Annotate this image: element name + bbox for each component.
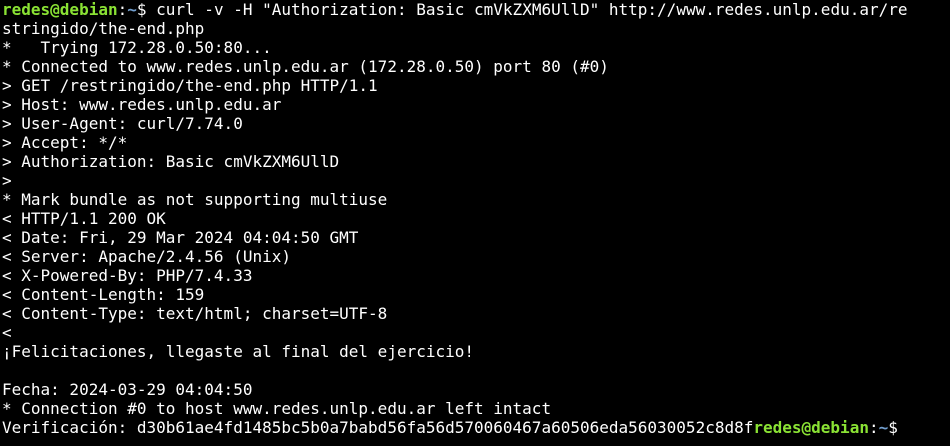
output-line: < HTTP/1.1 200 OK: [2, 209, 166, 228]
output-line: >: [2, 171, 12, 190]
output-line: <: [2, 323, 12, 342]
command-line: redes@debian:~$ curl -v -H "Authorizatio…: [2, 0, 950, 19]
command-line-wrap: stringido/the-end.php: [2, 19, 205, 38]
verification-text: Verificación: d30b61ae4fd1485bc5b0a7babd…: [2, 418, 754, 437]
output-line: * Connection #0 to host www.redes.unlp.e…: [2, 399, 552, 418]
output-line: < Date: Fri, 29 Mar 2024 04:04:50 GMT: [2, 228, 359, 247]
prompt-symbol: $: [136, 0, 157, 19]
output-line: Fecha: 2024-03-29 04:04:50: [2, 380, 253, 399]
prompt-path: ~: [878, 418, 889, 437]
output-line: < Content-Type: text/html; charset=UTF-8: [2, 304, 388, 323]
prompt-user-host: redes@debian: [753, 418, 869, 437]
prompt-separator: :: [117, 0, 128, 19]
output-line: * Trying 172.28.0.50:80...: [2, 38, 272, 57]
prompt-separator: :: [868, 418, 879, 437]
prompt-user-host: redes@debian: [2, 0, 118, 19]
output-line: > Authorization: Basic cmVkZXM6UllD: [2, 152, 340, 171]
prompt-symbol: $: [888, 418, 908, 437]
output-line: < X-Powered-By: PHP/7.4.33: [2, 266, 253, 285]
prompt-path: ~: [127, 0, 137, 19]
output-line: > User-Agent: curl/7.74.0: [2, 114, 243, 133]
output-line: > GET /restringido/the-end.php HTTP/1.1: [2, 76, 378, 95]
output-line: * Mark bundle as not supporting multiuse: [2, 190, 388, 209]
terminal-window[interactable]: redes@debian:~$ curl -v -H "Authorizatio…: [0, 0, 950, 446]
output-line: < Content-Length: 159: [2, 285, 205, 304]
output-line: < Server: Apache/2.4.56 (Unix): [2, 247, 291, 266]
output-line: > Host: www.redes.unlp.edu.ar: [2, 95, 282, 114]
final-line: Verificación: d30b61ae4fd1485bc5b0a7babd…: [2, 418, 950, 437]
output-line: * Connected to www.redes.unlp.edu.ar (17…: [2, 57, 609, 76]
command-text: curl -v -H "Authorization: Basic cmVkZXM…: [156, 0, 908, 19]
output-line: ¡Felicitaciones, llegaste al final del e…: [2, 342, 475, 361]
output-line: > Accept: */*: [2, 133, 128, 152]
